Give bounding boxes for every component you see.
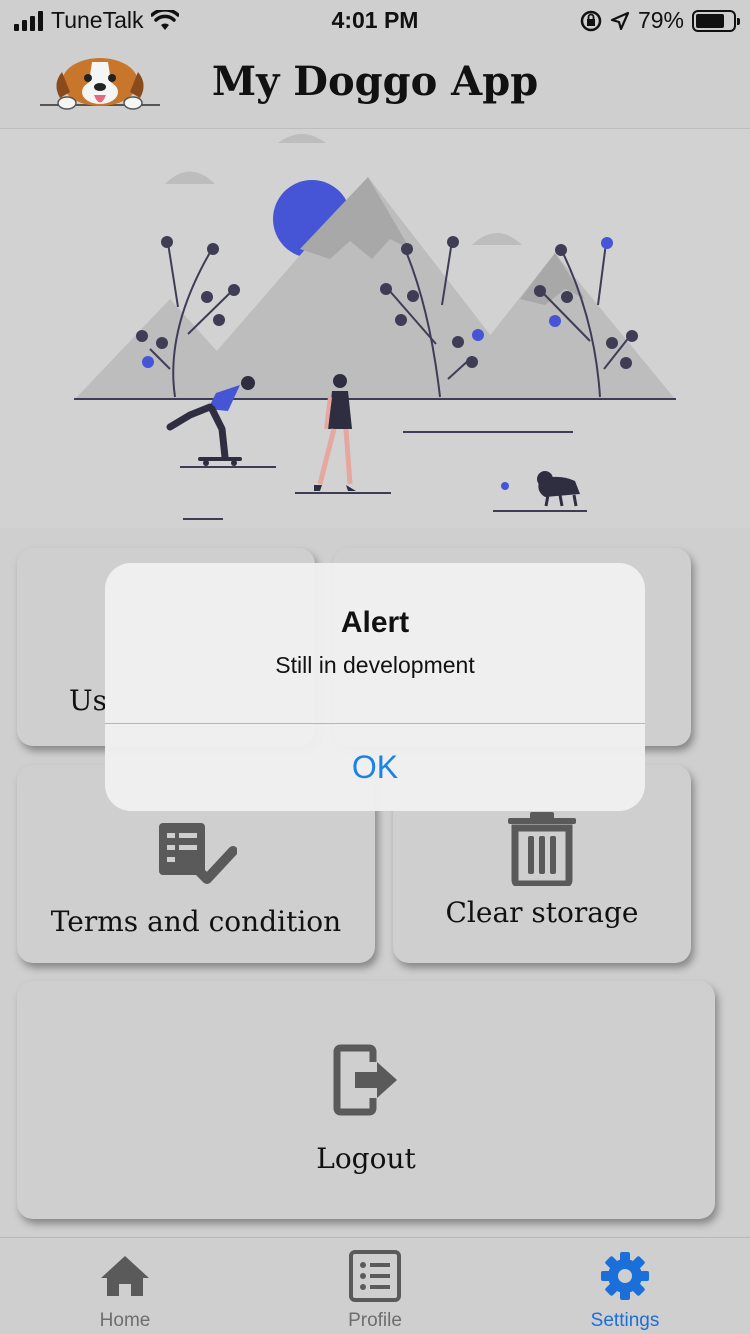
battery-percent: 79%	[637, 7, 684, 33]
alert-message: Still in development	[275, 652, 475, 678]
home-icon	[101, 1256, 149, 1296]
terms-card-label: Terms and condition	[50, 904, 342, 938]
logout-icon	[333, 1044, 397, 1115]
gear-icon	[601, 1252, 649, 1300]
battery-icon	[692, 9, 740, 32]
clear-storage-card-label: Clear storage	[445, 895, 639, 929]
status-bar: TuneTalk 4:01 PM 79%	[0, 0, 750, 40]
tab-settings[interactable]: Settings	[500, 1238, 750, 1334]
battery-fill	[696, 13, 725, 28]
alert-ok-button[interactable]: OK	[105, 724, 645, 811]
user-card-label: Us	[69, 684, 107, 717]
logout-card[interactable]: Logout	[17, 981, 715, 1219]
tab-settings-label: Settings	[590, 1310, 660, 1331]
hero-illustration	[0, 129, 750, 528]
checklist-icon	[159, 822, 237, 884]
tab-profile-label: Profile	[348, 1310, 402, 1331]
tab-profile[interactable]: Profile	[250, 1238, 500, 1334]
logout-card-label: Logout	[316, 1141, 416, 1175]
tab-home[interactable]: Home	[0, 1238, 250, 1334]
trash-icon	[508, 811, 576, 886]
tab-home-label: Home	[99, 1310, 151, 1331]
location-arrow-icon	[610, 11, 630, 30]
mountain-scene-illustration	[74, 134, 676, 520]
alert-dialog: Alert Still in development OK	[105, 563, 645, 811]
bottom-tab-bar: Home Profile Settings	[0, 1237, 750, 1334]
rotation-lock-icon	[580, 10, 602, 31]
status-right: 79%	[580, 7, 740, 34]
list-icon	[349, 1250, 401, 1302]
alert-title: Alert	[340, 606, 410, 639]
app-header: My Doggo App	[0, 40, 750, 129]
app-title: My Doggo App	[211, 58, 539, 105]
